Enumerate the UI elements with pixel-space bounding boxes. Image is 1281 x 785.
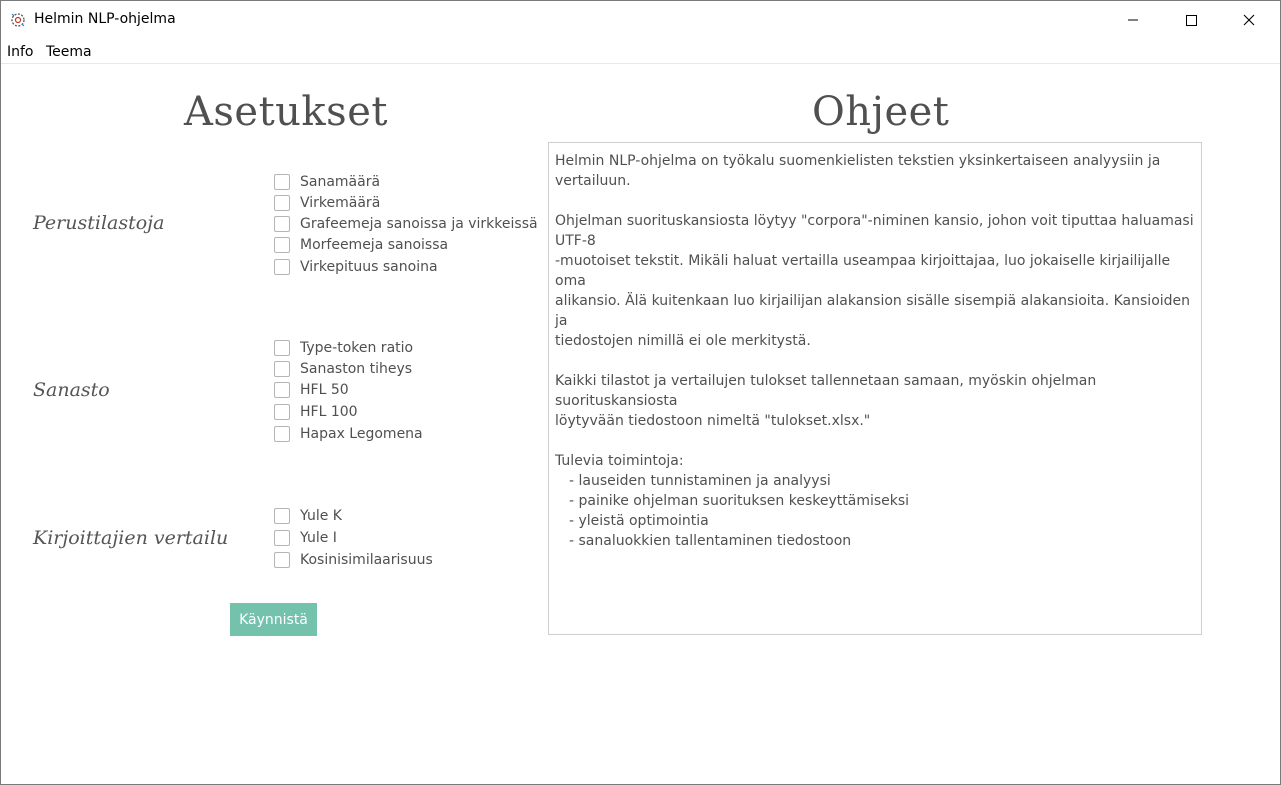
instructions-line: Kaikki tilastot ja vertailujen tulokset … bbox=[555, 373, 1097, 409]
checkbox-virkepituus[interactable]: Virkepituus sanoina bbox=[274, 257, 438, 277]
title-bar[interactable]: Helmin NLP-ohjelma bbox=[1, 1, 1280, 39]
checkbox-box[interactable] bbox=[274, 174, 290, 190]
upcoming-item: - painike ohjelman suorituksen keskeyttä… bbox=[569, 493, 910, 509]
checkbox-label: Sanamäärä bbox=[300, 174, 381, 190]
instructions-line: alikansio. Älä kuitenkaan luo kirjailija… bbox=[555, 293, 1191, 329]
instructions-textbox[interactable]: Helmin NLP-ohjelma on työkalu suomenkiel… bbox=[548, 142, 1202, 635]
close-icon bbox=[1243, 14, 1255, 26]
checkbox-label: Virkemäärä bbox=[300, 195, 381, 211]
maximize-button[interactable] bbox=[1162, 1, 1220, 39]
window-title: Helmin NLP-ohjelma bbox=[34, 11, 176, 27]
checkbox-box[interactable] bbox=[274, 426, 290, 442]
checkbox-label: Grafeemeja sanoissa ja virkkeissä bbox=[300, 216, 538, 232]
checkbox-box[interactable] bbox=[274, 361, 290, 377]
checkbox-label: Yule I bbox=[300, 530, 337, 546]
checkbox-label: Kosinisimilaarisuus bbox=[300, 552, 433, 568]
instructions-line: tiedostojen nimillä ei ole merkitystä. bbox=[555, 333, 811, 349]
menu-item-teema[interactable]: Teema bbox=[46, 44, 92, 60]
checkbox-sanamaara[interactable]: Sanamäärä bbox=[274, 172, 380, 192]
checkbox-yule-i[interactable]: Yule I bbox=[274, 528, 337, 548]
checkbox-virkemaara[interactable]: Virkemäärä bbox=[274, 193, 380, 213]
checkbox-box[interactable] bbox=[274, 340, 290, 356]
checkbox-label: Hapax Legomena bbox=[300, 426, 423, 442]
upcoming-item: - sanaluokkien tallentaminen tiedostoon bbox=[569, 533, 852, 549]
menu-item-info[interactable]: Info bbox=[7, 44, 34, 60]
checkbox-grafeemeja[interactable]: Grafeemeja sanoissa ja virkkeissä bbox=[274, 214, 538, 234]
checkbox-box[interactable] bbox=[274, 508, 290, 524]
menu-bar: Info Teema bbox=[1, 41, 1280, 64]
instructions-intro: Helmin NLP-ohjelma on työkalu suomenkiel… bbox=[555, 153, 1161, 189]
instructions-line: -muotoiset tekstit. Mikäli haluat vertai… bbox=[555, 253, 1171, 289]
checkbox-morfeemeja[interactable]: Morfeemeja sanoissa bbox=[274, 235, 448, 255]
checkbox-box[interactable] bbox=[274, 237, 290, 253]
checkbox-box[interactable] bbox=[274, 382, 290, 398]
minimize-button[interactable] bbox=[1104, 1, 1162, 39]
checkbox-box[interactable] bbox=[274, 216, 290, 232]
checkbox-box[interactable] bbox=[274, 530, 290, 546]
checkbox-label: HFL 100 bbox=[300, 404, 358, 420]
checkbox-box[interactable] bbox=[274, 195, 290, 211]
checkbox-hfl-50[interactable]: HFL 50 bbox=[274, 380, 349, 400]
checkbox-label: HFL 50 bbox=[300, 382, 349, 398]
checkbox-box[interactable] bbox=[274, 404, 290, 420]
checkbox-label: Type-token ratio bbox=[300, 340, 414, 356]
settings-gear-icon bbox=[9, 11, 27, 29]
section-label-sanasto: Sanasto bbox=[33, 379, 110, 401]
checkbox-sanaston-tiheys[interactable]: Sanaston tiheys bbox=[274, 359, 412, 379]
upcoming-item: - yleistä optimointia bbox=[569, 513, 709, 529]
checkbox-box[interactable] bbox=[274, 259, 290, 275]
upcoming-title: Tulevia toimintoja: bbox=[555, 453, 684, 469]
checkbox-box[interactable] bbox=[274, 552, 290, 568]
instructions-line: Ohjelman suorituskansiosta löytyy "corpo… bbox=[555, 213, 1194, 249]
section-label-perustilastoja: Perustilastoja bbox=[33, 212, 165, 234]
upcoming-item: - lauseiden tunnistaminen ja analyysi bbox=[569, 473, 831, 489]
app-window: Helmin NLP-ohjelma Info Teema Asetukset … bbox=[0, 0, 1281, 785]
section-label-kirjoittajien-vertailu: Kirjoittajien vertailu bbox=[33, 527, 229, 549]
instructions-line: löytyvään tiedostoon nimeltä "tulokset.x… bbox=[555, 413, 871, 429]
start-button[interactable]: Käynnistä bbox=[230, 603, 317, 636]
close-button[interactable] bbox=[1220, 1, 1278, 39]
checkbox-label: Virkepituus sanoina bbox=[300, 259, 438, 275]
instructions-heading: Ohjeet bbox=[812, 89, 950, 135]
checkbox-label: Sanaston tiheys bbox=[300, 361, 413, 377]
checkbox-type-token-ratio[interactable]: Type-token ratio bbox=[274, 338, 413, 358]
checkbox-hfl-100[interactable]: HFL 100 bbox=[274, 402, 358, 422]
checkbox-hapax-legomena[interactable]: Hapax Legomena bbox=[274, 424, 423, 444]
checkbox-kosinisimilaarisuus[interactable]: Kosinisimilaarisuus bbox=[274, 550, 433, 570]
checkbox-label: Yule K bbox=[300, 508, 342, 524]
minimize-icon bbox=[1127, 14, 1139, 26]
maximize-icon bbox=[1185, 14, 1197, 26]
checkbox-yule-k[interactable]: Yule K bbox=[274, 506, 342, 526]
checkbox-label: Morfeemeja sanoissa bbox=[300, 237, 449, 253]
settings-heading: Asetukset bbox=[184, 89, 388, 135]
